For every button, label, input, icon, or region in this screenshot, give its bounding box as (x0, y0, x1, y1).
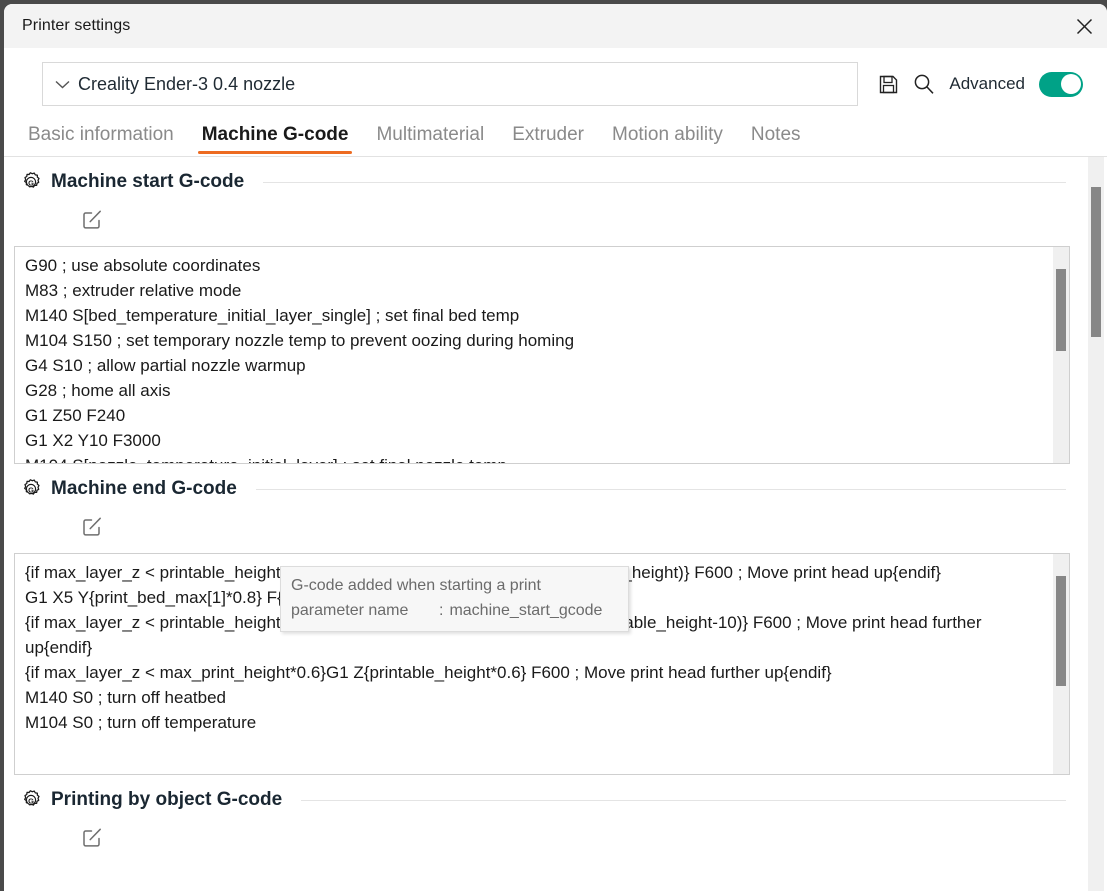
svg-text:G: G (28, 485, 34, 494)
toggle-knob (1060, 74, 1081, 94)
gear-gcode-icon: G (24, 479, 40, 495)
window-titlebar: Printer settings (4, 4, 1107, 48)
tab-extruder[interactable]: Extruder (498, 120, 598, 156)
section-printing-by-object-gcode: G Printing by object G-code (14, 775, 1070, 864)
save-preset-button[interactable] (878, 74, 899, 95)
section-header: G Printing by object G-code (14, 789, 1070, 811)
search-button[interactable] (913, 73, 935, 95)
save-disk-icon (880, 75, 898, 93)
section-divider (255, 488, 1066, 490)
printer-profile-name: Creality Ender-3 0.4 nozzle (78, 73, 296, 94)
close-icon (1076, 18, 1092, 34)
section-machine-end-gcode: G Machine end G-code {if max_layer_z < p… (14, 464, 1070, 775)
chevron-down-icon (55, 80, 70, 89)
scrollbar-thumb[interactable] (1056, 269, 1066, 351)
advanced-mode-label: Advanced (949, 74, 1025, 93)
scrollbar-thumb[interactable] (1056, 576, 1066, 686)
edit-end-gcode-button[interactable] (80, 514, 104, 538)
section-title: Machine end G-code (51, 478, 237, 499)
gear-gcode-icon: G (24, 172, 40, 188)
section-machine-start-gcode: G Machine start G-code G90 ; use absolut… (14, 157, 1070, 464)
settings-tabbar: Basic information Machine G-code Multima… (4, 114, 1107, 156)
edit-start-gcode-row (14, 193, 1070, 246)
machine-start-gcode-scrollbar[interactable] (1053, 247, 1069, 463)
settings-scroll-content: G Machine start G-code G90 ; use absolut… (4, 157, 1088, 891)
section-title: Machine start G-code (51, 171, 245, 192)
section-header: G Machine end G-code (14, 478, 1070, 500)
profile-selector-row: Creality Ender-3 0.4 nozzle Advanced (4, 48, 1107, 114)
window-title: Printer settings (22, 17, 131, 34)
settings-body: G Machine start G-code G90 ; use absolut… (4, 157, 1107, 891)
edit-object-gcode-button[interactable] (80, 825, 104, 849)
edit-square-icon (83, 517, 101, 536)
machine-start-gcode-text[interactable]: G90 ; use absolute coordinates M83 ; ext… (15, 247, 1053, 463)
machine-start-gcode-editor[interactable]: G90 ; use absolute coordinates M83 ; ext… (14, 246, 1070, 464)
edit-square-icon (83, 210, 101, 229)
svg-text:G: G (28, 178, 34, 187)
edit-end-gcode-row (14, 500, 1070, 553)
printer-profile-combobox[interactable]: Creality Ender-3 0.4 nozzle (42, 62, 859, 106)
section-divider (301, 799, 1066, 801)
section-title: Printing by object G-code (51, 789, 283, 810)
svg-text:G: G (28, 796, 34, 805)
edit-start-gcode-button[interactable] (80, 207, 104, 231)
tab-motion-ability[interactable]: Motion ability (598, 120, 737, 156)
search-icon (915, 74, 934, 94)
section-header: G Machine start G-code (14, 171, 1070, 193)
settings-vertical-scrollbar[interactable] (1088, 157, 1104, 891)
machine-end-gcode-text[interactable]: {if max_layer_z < printable_height}G1 Z{… (15, 554, 1053, 774)
tab-machine-gcode[interactable]: Machine G-code (188, 120, 363, 156)
machine-end-gcode-editor[interactable]: {if max_layer_z < printable_height}G1 Z{… (14, 553, 1070, 775)
tab-basic-information[interactable]: Basic information (22, 120, 188, 156)
edit-square-icon (83, 828, 101, 847)
tab-multimaterial[interactable]: Multimaterial (362, 120, 498, 156)
printer-settings-window: Printer settings Creality Ender-3 0.4 no… (4, 4, 1107, 891)
scrollbar-thumb[interactable] (1091, 187, 1101, 337)
profile-actions: Advanced (858, 71, 1091, 97)
tab-notes[interactable]: Notes (737, 120, 815, 156)
edit-object-gcode-row (14, 811, 1070, 864)
machine-end-gcode-scrollbar[interactable] (1053, 554, 1069, 774)
section-divider (263, 181, 1066, 183)
advanced-mode-toggle[interactable] (1039, 71, 1083, 97)
gear-gcode-icon: G (24, 790, 40, 806)
close-button[interactable] (1061, 4, 1107, 48)
